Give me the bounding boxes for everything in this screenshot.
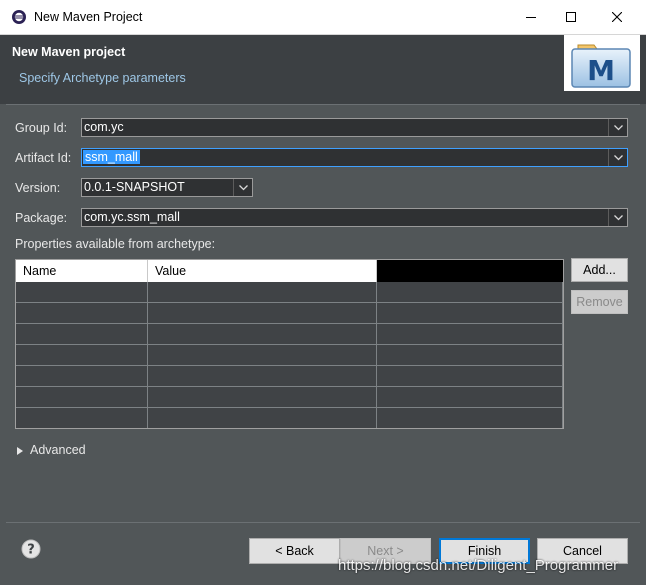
header-separator xyxy=(6,104,640,105)
table-cell-value[interactable] xyxy=(148,303,377,324)
column-header-filler xyxy=(377,260,563,282)
table-cell-value[interactable] xyxy=(148,366,377,387)
column-header-value-label: Value xyxy=(155,264,187,278)
package-combo[interactable]: com.yc.ssm_mall xyxy=(81,208,628,227)
maven-logo-letter: M xyxy=(587,54,615,87)
back-button[interactable]: < Back xyxy=(249,538,340,564)
maximize-button[interactable] xyxy=(548,0,594,34)
maximize-icon xyxy=(566,12,576,22)
minimize-icon xyxy=(526,17,536,18)
table-cell-name[interactable] xyxy=(16,408,148,428)
table-row[interactable] xyxy=(16,345,563,366)
table-cell-value[interactable] xyxy=(148,324,377,345)
table-cell-filler xyxy=(377,408,563,428)
wizard-subtitle: Specify Archetype parameters xyxy=(19,71,186,85)
svg-text:?: ? xyxy=(27,543,35,558)
table-cell-value[interactable] xyxy=(148,345,377,366)
package-dropdown-button[interactable] xyxy=(608,209,627,226)
table-cell-value[interactable] xyxy=(148,387,377,408)
maven-logo: M xyxy=(564,35,640,91)
artifact-id-combo[interactable]: ssm_mall xyxy=(81,148,628,167)
table-cell-name[interactable] xyxy=(16,324,148,345)
version-label: Version: xyxy=(15,181,61,195)
chevron-down-icon xyxy=(613,214,623,220)
table-cell-value[interactable] xyxy=(148,282,377,303)
table-cell-name[interactable] xyxy=(16,303,148,324)
eclipse-app-icon xyxy=(12,10,26,24)
group-id-combo[interactable]: com.yc xyxy=(81,118,628,137)
package-value[interactable]: com.yc.ssm_mall xyxy=(84,210,180,224)
wizard-header: New Maven project Specify Archetype para… xyxy=(0,35,646,104)
version-value[interactable]: 0.0.1-SNAPSHOT xyxy=(84,180,185,194)
artifact-id-label: Artifact Id: xyxy=(15,151,72,165)
table-cell-value[interactable] xyxy=(148,408,377,428)
table-cell-filler xyxy=(377,387,563,408)
properties-table[interactable]: Name Value xyxy=(15,259,564,429)
close-button[interactable] xyxy=(594,0,640,34)
properties-label: Properties available from archetype: xyxy=(15,237,216,251)
artifact-id-value[interactable]: ssm_mall xyxy=(83,150,140,164)
table-row[interactable] xyxy=(16,387,563,408)
table-header: Name Value xyxy=(16,260,563,282)
chevron-down-icon xyxy=(613,154,623,160)
remove-property-button[interactable]: Remove xyxy=(571,290,628,314)
advanced-label: Advanced xyxy=(30,443,86,457)
help-icon[interactable]: ? xyxy=(21,539,41,559)
table-cell-name[interactable] xyxy=(16,387,148,408)
add-property-button[interactable]: Add... xyxy=(571,258,628,282)
group-id-value[interactable]: com.yc xyxy=(84,120,124,134)
table-row[interactable] xyxy=(16,303,563,324)
column-header-name-label: Name xyxy=(23,264,57,278)
table-cell-name[interactable] xyxy=(16,366,148,387)
table-cell-name[interactable] xyxy=(16,282,148,303)
package-label: Package: xyxy=(15,211,68,225)
watermark: https://blog.csdn.net/Diligent_Programme… xyxy=(338,557,619,574)
table-row[interactable] xyxy=(16,366,563,387)
chevron-down-icon xyxy=(613,124,623,130)
artifact-id-dropdown-button[interactable] xyxy=(608,149,627,166)
footer-separator xyxy=(6,522,640,523)
table-row[interactable] xyxy=(16,324,563,345)
table-cell-filler xyxy=(377,345,563,366)
table-cell-filler xyxy=(377,282,563,303)
table-cell-filler xyxy=(377,324,563,345)
group-id-dropdown-button[interactable] xyxy=(608,119,627,136)
chevron-down-icon xyxy=(238,184,248,190)
title-bar[interactable]: New Maven Project xyxy=(0,0,646,35)
table-cell-name[interactable] xyxy=(16,345,148,366)
close-icon xyxy=(612,12,622,22)
expand-triangle-icon xyxy=(17,447,23,455)
window-title: New Maven Project xyxy=(34,10,143,24)
group-id-label: Group Id: xyxy=(15,121,68,135)
table-cell-filler xyxy=(377,366,563,387)
column-header-name[interactable]: Name xyxy=(16,260,148,282)
column-header-value[interactable]: Value xyxy=(148,260,377,282)
version-dropdown-button[interactable] xyxy=(233,179,252,196)
version-combo[interactable]: 0.0.1-SNAPSHOT xyxy=(81,178,253,197)
table-cell-filler xyxy=(377,303,563,324)
maven-logo-icon: M xyxy=(571,44,631,88)
table-row[interactable] xyxy=(16,282,563,303)
new-maven-project-dialog: New Maven Project New Maven project Spec… xyxy=(0,0,646,585)
wizard-title: New Maven project xyxy=(12,45,126,59)
table-row[interactable] xyxy=(16,408,563,428)
